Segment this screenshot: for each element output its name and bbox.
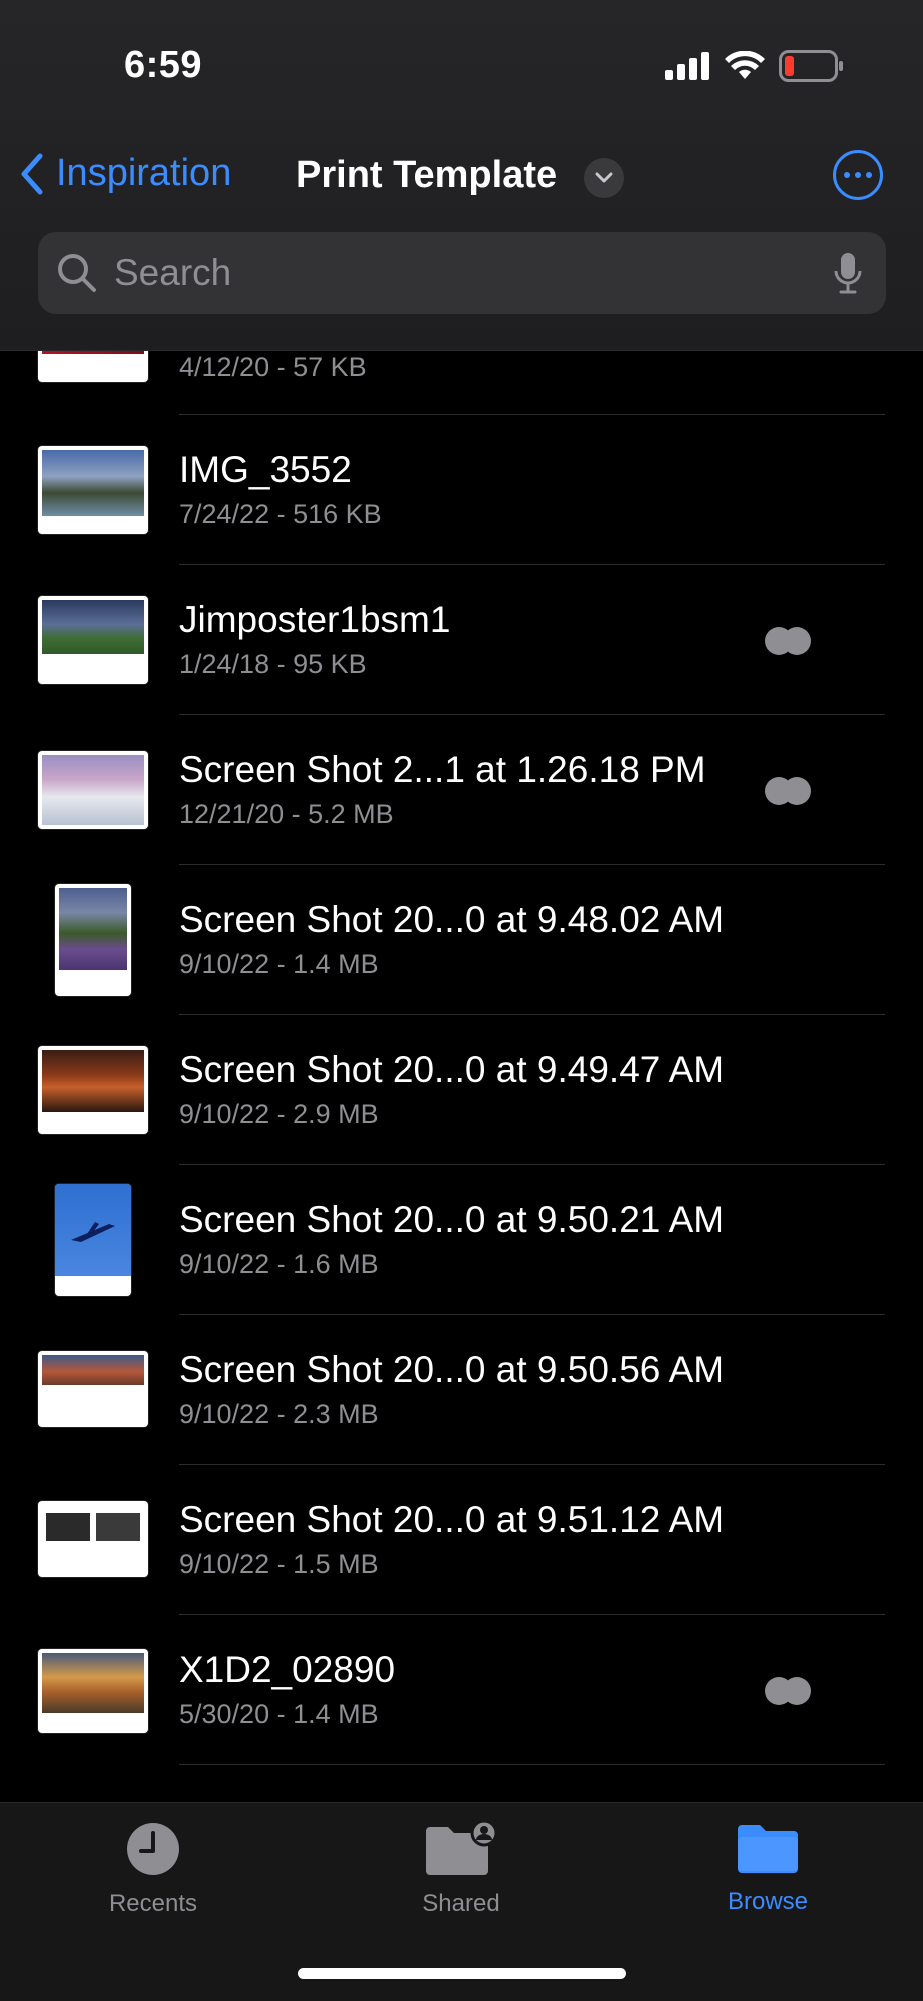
file-meta: 9/10/22 - 1.4 MB: [179, 949, 379, 979]
file-row[interactable]: Screen Shot 20...0 at 9.50.56 AM 9/10/22…: [0, 1315, 923, 1465]
file-row[interactable]: Screen Shot 2...1 at 1.26.18 PM 12/21/20…: [0, 715, 923, 865]
file-name: Screen Shot 20...0 at 9.50.21 AM: [179, 1199, 725, 1240]
chevron-down-icon: [595, 172, 613, 183]
file-name: Screen Shot 20...0 at 9.48.02 AM: [179, 899, 725, 940]
tab-recents-label: Recents: [108, 1890, 198, 1917]
file-meta: 12/21/20 - 5.2 MB: [179, 799, 394, 829]
file-thumbnail: [38, 1501, 148, 1577]
file-thumbnail: [38, 1351, 148, 1427]
home-indicator: [298, 1968, 626, 1979]
ellipsis-dot: [866, 172, 872, 178]
back-label: Inspiration: [56, 152, 232, 194]
clock-icon: [127, 1823, 179, 1875]
file-row[interactable]: Screen Shot 20...0 at 9.48.02 AM 9/10/22…: [0, 865, 923, 1015]
wifi-icon: [725, 51, 765, 79]
file-row[interactable]: Screen Shot 20...0 at 9.51.12 AM 9/10/22…: [0, 1465, 923, 1615]
search-bar[interactable]: [38, 232, 886, 314]
file-meta: 9/10/22 - 2.3 MB: [179, 1399, 379, 1429]
back-button[interactable]: Inspiration: [20, 152, 231, 195]
microphone-icon[interactable]: [834, 251, 862, 295]
battery-low-icon: [779, 50, 843, 82]
ellipsis-dot: [855, 172, 861, 178]
file-meta: 7/24/22 - 516 KB: [179, 499, 382, 529]
file-meta: 5/30/20 - 1.4 MB: [179, 1699, 379, 1729]
tab-shared[interactable]: Shared: [381, 1819, 541, 1918]
tag-dots-icon: [765, 777, 811, 805]
tag-dots-icon: [765, 627, 811, 655]
chevron-left-icon: [21, 153, 43, 194]
file-row[interactable]: Screen Shot 20...0 at 9.50.21 AM 9/10/22…: [0, 1165, 923, 1315]
folder-icon: [738, 1825, 798, 1873]
file-row[interactable]: Jimposter1bsm1 1/24/18 - 95 KB: [0, 565, 923, 715]
tab-shared-label: Shared: [422, 1890, 500, 1917]
shared-folder-icon: [426, 1819, 498, 1875]
file-meta: 9/10/22 - 2.9 MB: [179, 1099, 379, 1129]
file-thumbnail: [38, 446, 148, 534]
file-meta: 4/12/20 - 57 KB: [179, 352, 367, 382]
file-name: Screen Shot 20...0 at 9.50.56 AM: [179, 1349, 725, 1390]
file-thumbnail: [38, 596, 148, 684]
file-name: Screen Shot 2...1 at 1.26.18 PM: [179, 749, 706, 790]
jet-icon: [71, 1222, 115, 1242]
file-name: Screen Shot 20...0 at 9.49.47 AM: [179, 1049, 725, 1090]
file-row[interactable]: IMG_3552 7/24/22 - 516 KB: [0, 415, 923, 565]
file-row[interactable]: X1D2_02890 5/30/20 - 1.4 MB: [0, 1615, 923, 1765]
search-input[interactable]: [112, 251, 834, 295]
navigation-bar: Inspiration Print Template: [0, 150, 923, 206]
file-thumbnail: [38, 1649, 148, 1733]
status-time: 6:59: [124, 44, 203, 86]
tab-recents[interactable]: Recents: [73, 1821, 233, 1918]
header: 6:59 Inspiration Print Template: [0, 0, 923, 351]
file-name: Screen Shot 20...0 at 9.51.12 AM: [179, 1499, 725, 1540]
file-name: Jimposter1bsm1: [179, 599, 451, 640]
search-icon: [58, 254, 96, 292]
file-meta: 1/24/18 - 95 KB: [179, 649, 367, 679]
title-menu-button[interactable]: [584, 158, 624, 198]
folder-title[interactable]: Print Template: [296, 154, 557, 197]
tag-dots-icon: [765, 1677, 811, 1705]
ellipsis-dot: [844, 172, 850, 178]
file-name: X1D2_02890: [179, 1649, 396, 1690]
tab-browse-label: Browse: [727, 1888, 809, 1915]
cellular-signal-icon: [665, 52, 709, 80]
file-thumbnail: [55, 1184, 131, 1296]
file-row[interactable]: Screen Shot 20...0 at 9.49.47 AM 9/10/22…: [0, 1015, 923, 1165]
file-thumbnail: [38, 751, 148, 829]
tab-browse[interactable]: Browse: [688, 1821, 848, 1916]
file-meta: 9/10/22 - 1.5 MB: [179, 1549, 379, 1579]
file-thumbnail: [38, 1046, 148, 1134]
status-icons: [665, 50, 845, 82]
file-name: IMG_3552: [179, 449, 352, 490]
more-options-button[interactable]: [833, 150, 883, 200]
file-thumbnail: [55, 884, 131, 996]
row-separator: [179, 1764, 885, 1765]
file-meta: 9/10/22 - 1.6 MB: [179, 1249, 379, 1279]
